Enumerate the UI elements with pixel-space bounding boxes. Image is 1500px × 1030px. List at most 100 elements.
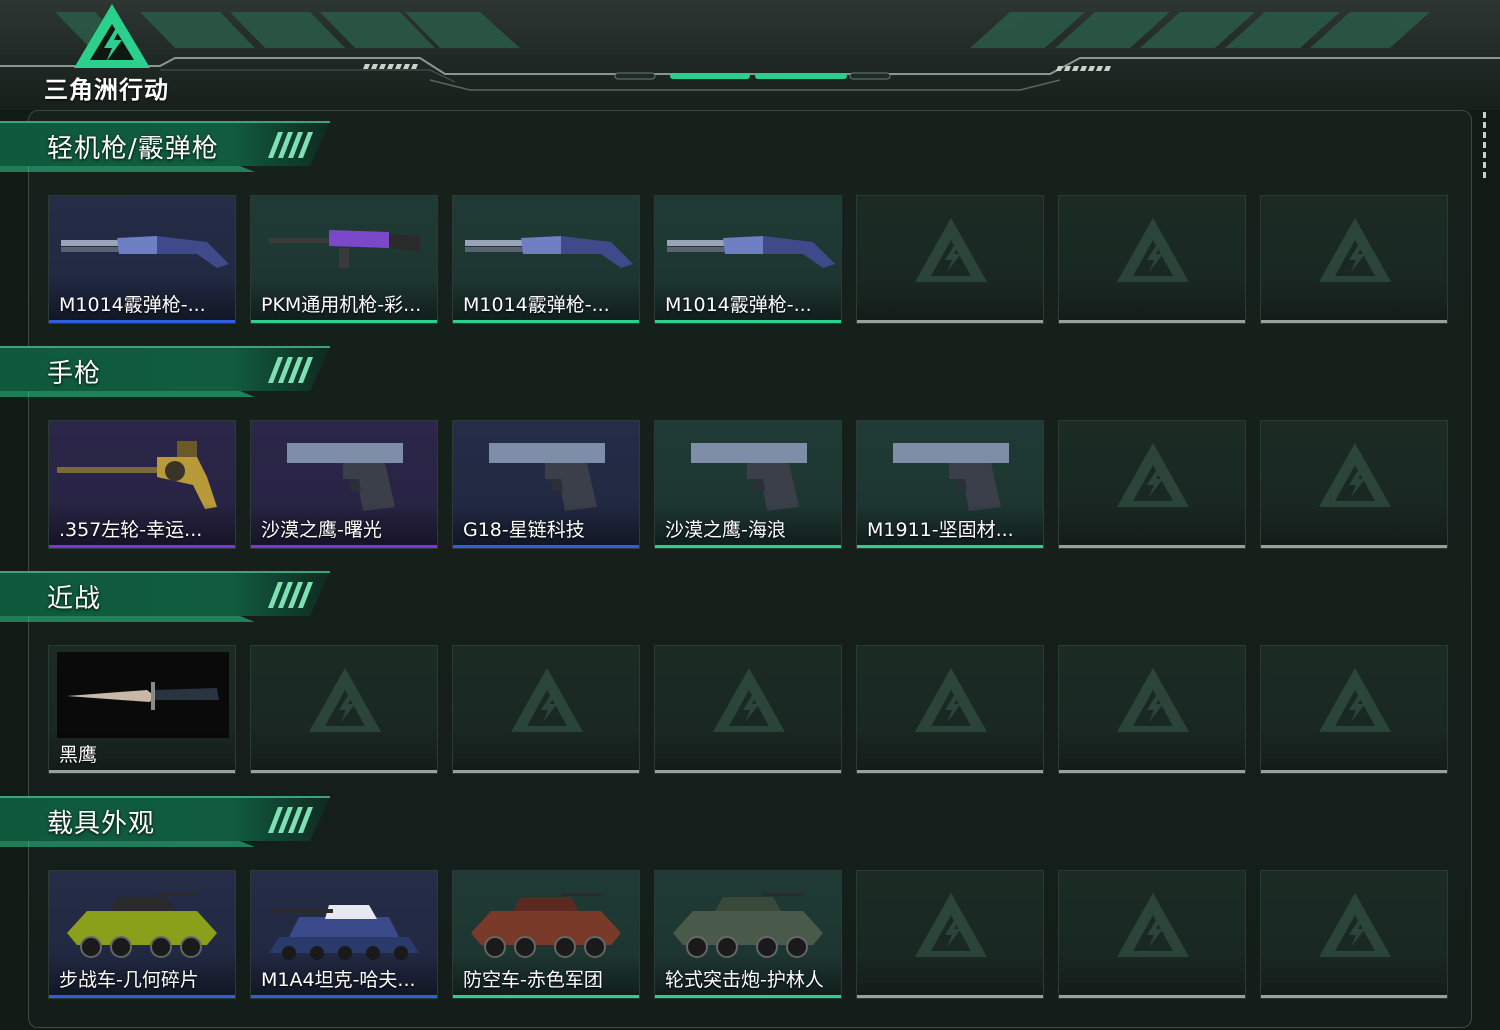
pistol-icon: [691, 443, 807, 511]
assault-gun-icon: [673, 893, 823, 958]
section-title: 轻机枪/霰弹枪: [47, 134, 219, 164]
triangle-watermark-icon: [1319, 443, 1391, 507]
rarity-bar: [655, 545, 841, 548]
rarity-bar: [1261, 995, 1447, 998]
triangle-watermark-icon: [511, 668, 583, 732]
shotgun-icon: [61, 236, 229, 268]
item-row: 黑鹰: [48, 645, 1448, 774]
rarity-bar: [1261, 770, 1447, 773]
slot-shade: [1059, 503, 1245, 548]
empty-slot[interactable]: [250, 645, 438, 774]
item-slot[interactable]: 防空车-赤色军团: [452, 870, 640, 999]
scrollbar[interactable]: [1481, 112, 1487, 178]
triangle-watermark-icon: [1319, 893, 1391, 957]
slot-shade: [1261, 278, 1447, 323]
pistol-icon: [893, 443, 1009, 511]
rarity-bar: [251, 770, 437, 773]
rarity-bar: [453, 770, 639, 773]
empty-slot[interactable]: [1058, 870, 1246, 999]
empty-slot[interactable]: [856, 195, 1044, 324]
item-label: M1014霰弹枪-...: [665, 294, 812, 316]
item-slot[interactable]: M1014霰弹枪-...: [452, 195, 640, 324]
item-slot[interactable]: 轮式突击炮-护林人: [654, 870, 842, 999]
slot-shade: [857, 728, 1043, 773]
rarity-bar: [1261, 545, 1447, 548]
rarity-bar: [857, 770, 1043, 773]
item-slot[interactable]: 沙漠之鹰-曙光: [250, 420, 438, 549]
empty-slot[interactable]: [856, 645, 1044, 774]
rarity-bar: [1059, 545, 1245, 548]
item-label: .357左轮-幸运...: [59, 519, 203, 541]
revolver-icon: [57, 441, 217, 509]
item-label: G18-星链科技: [463, 519, 585, 541]
shotgun-icon: [667, 236, 835, 268]
rarity-bar: [49, 320, 235, 323]
item-row: 步战车-几何碎片 M1A4坦克-哈夫... 防空车-赤色军团 轮式突击炮-护林人: [48, 870, 1448, 999]
empty-slot[interactable]: [654, 645, 842, 774]
slot-shade: [1261, 728, 1447, 773]
section-title: 近战: [47, 584, 102, 614]
section-title: 载具外观: [47, 809, 156, 839]
item-label: 轮式突击炮-护林人: [665, 969, 824, 991]
section-header: 载具外观: [0, 795, 340, 851]
empty-slot[interactable]: [1260, 195, 1448, 324]
item-slot[interactable]: G18-星链科技: [452, 420, 640, 549]
slot-shade: [251, 728, 437, 773]
triangle-watermark-icon: [915, 218, 987, 282]
section-title: 手枪: [47, 359, 102, 389]
machine-gun-icon: [269, 230, 421, 268]
empty-slot[interactable]: [856, 870, 1044, 999]
slot-shade: [857, 278, 1043, 323]
pistol-icon: [287, 443, 403, 511]
item-label: 沙漠之鹰-曙光: [261, 519, 382, 541]
item-slot[interactable]: M1014霰弹枪-...: [654, 195, 842, 324]
empty-slot[interactable]: [1058, 195, 1246, 324]
item-slot[interactable]: M1A4坦克-哈夫...: [250, 870, 438, 999]
shotgun-icon: [465, 236, 633, 268]
rarity-bar: [857, 995, 1043, 998]
item-slot[interactable]: M1014霰弹枪-...: [48, 195, 236, 324]
item-slot[interactable]: 步战车-几何碎片: [48, 870, 236, 999]
item-slot[interactable]: .357左轮-幸运...: [48, 420, 236, 549]
triangle-watermark-icon: [309, 668, 381, 732]
empty-slot[interactable]: [1058, 420, 1246, 549]
knife-icon: [57, 652, 229, 738]
empty-slot[interactable]: [1058, 645, 1246, 774]
item-slot[interactable]: PKM通用机枪-彩...: [250, 195, 438, 324]
rarity-bar: [655, 320, 841, 323]
item-slot[interactable]: M1911-坚固材...: [856, 420, 1044, 549]
slot-shade: [1059, 953, 1245, 998]
rarity-bar: [251, 320, 437, 323]
empty-slot[interactable]: [452, 645, 640, 774]
header-decoration: [0, 12, 1500, 91]
empty-slot[interactable]: [1260, 870, 1448, 999]
slot-shade: [1059, 728, 1245, 773]
triangle-watermark-icon: [1117, 668, 1189, 732]
rarity-bar: [453, 995, 639, 998]
rarity-bar: [655, 995, 841, 998]
triangle-watermark-icon: [915, 893, 987, 957]
triangle-watermark-icon: [1117, 893, 1189, 957]
slot-shade: [1261, 503, 1447, 548]
item-slot[interactable]: 沙漠之鹰-海浪: [654, 420, 842, 549]
slot-shade: [1059, 278, 1245, 323]
empty-slot[interactable]: [1260, 420, 1448, 549]
empty-slot[interactable]: [1260, 645, 1448, 774]
item-label: M1A4坦克-哈夫...: [261, 969, 416, 991]
rarity-bar: [1261, 320, 1447, 323]
slot-shade: [453, 728, 639, 773]
top-banner: 三角洲行动: [0, 0, 1500, 110]
item-label: PKM通用机枪-彩...: [261, 294, 422, 316]
section-header: 近战: [0, 570, 340, 626]
rarity-bar: [49, 770, 235, 773]
section-header: 手枪: [0, 345, 340, 401]
item-label: M1014霰弹枪-...: [59, 294, 206, 316]
item-label: M1911-坚固材...: [867, 519, 1014, 541]
item-slot[interactable]: 黑鹰: [48, 645, 236, 774]
triangle-watermark-icon: [1319, 668, 1391, 732]
logo-icon: [74, 4, 150, 68]
item-label: 步战车-几何碎片: [59, 969, 199, 991]
aa-vehicle-icon: [471, 893, 621, 958]
item-label: M1014霰弹枪-...: [463, 294, 610, 316]
rarity-bar: [857, 545, 1043, 548]
